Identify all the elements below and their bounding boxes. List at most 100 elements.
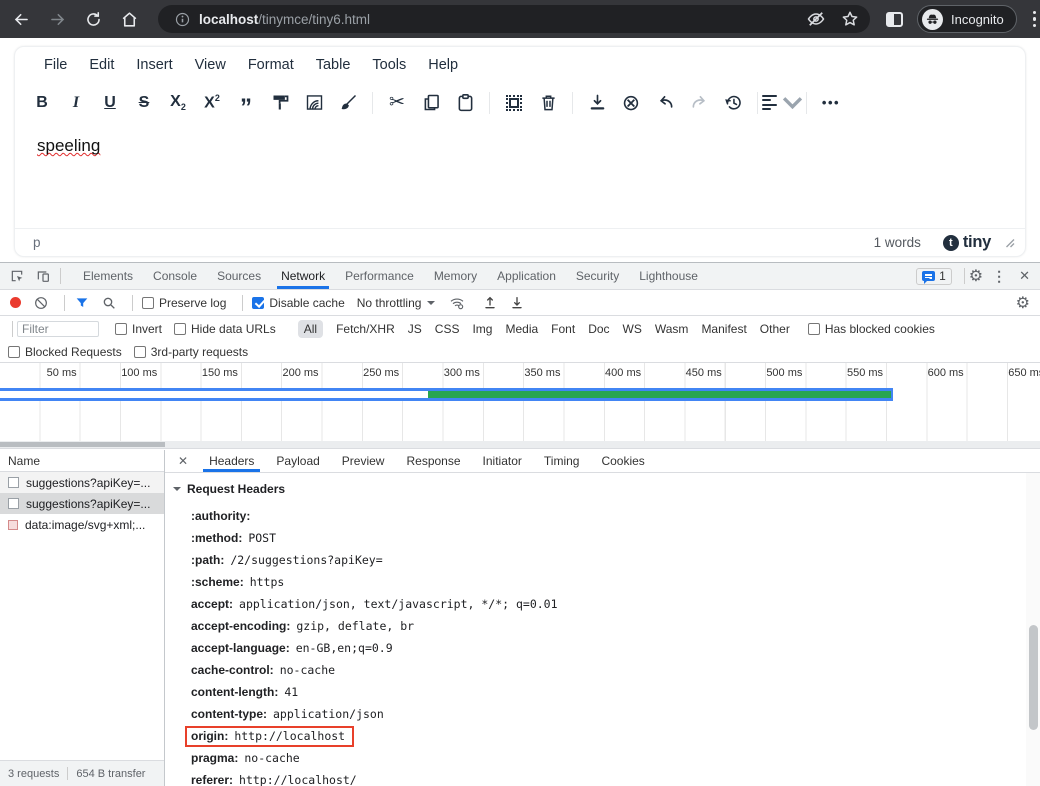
menu-table[interactable]: Table	[307, 53, 360, 77]
more-button[interactable]: •••	[814, 88, 848, 118]
menu-help[interactable]: Help	[419, 53, 467, 77]
detail-tab-timing[interactable]: Timing	[533, 450, 591, 472]
record-icon[interactable]	[10, 297, 21, 308]
devtools-settings-icon[interactable]: ⚙	[969, 266, 983, 286]
word-count[interactable]: 1 words	[874, 235, 921, 250]
issues-counter[interactable]: 1	[916, 268, 952, 285]
eye-off-icon[interactable]	[806, 9, 826, 29]
image-button[interactable]	[297, 88, 331, 118]
forward-icon[interactable]	[42, 4, 72, 34]
devtools-menu-icon[interactable]: ⋮	[983, 268, 1015, 285]
hide-data-urls-checkbox[interactable]: Hide data URLs	[174, 322, 276, 336]
menu-edit[interactable]: Edit	[80, 53, 123, 77]
delete-button[interactable]	[531, 88, 565, 118]
network-settings-icon[interactable]: ⚙	[1016, 293, 1030, 313]
devtools-tab-memory[interactable]: Memory	[424, 263, 487, 289]
copy-button[interactable]	[414, 88, 448, 118]
request-row[interactable]: data:image/svg+xml;...	[0, 514, 164, 535]
select-all-button[interactable]	[497, 88, 531, 118]
devtools-tab-network[interactable]: Network	[271, 263, 335, 289]
cancel-button[interactable]: ⊗	[614, 88, 648, 118]
filter-type-fetch-xhr[interactable]: Fetch/XHR	[336, 322, 395, 336]
detail-tab-response[interactable]: Response	[395, 450, 471, 472]
brush-button[interactable]	[331, 88, 365, 118]
format-painter-button[interactable]	[263, 88, 297, 118]
filter-input[interactable]	[17, 321, 99, 337]
filter-type-doc[interactable]: Doc	[588, 322, 609, 336]
detail-scrollbar-thumb[interactable]	[1029, 625, 1038, 730]
devtools-tab-application[interactable]: Application	[487, 263, 566, 289]
request-row[interactable]: suggestions?apiKey=...	[0, 493, 164, 514]
italic-button[interactable]: I	[59, 88, 93, 118]
disable-cache-checkbox[interactable]: Disable cache	[252, 296, 344, 310]
superscript-button[interactable]: X2	[195, 88, 229, 118]
devtools-tab-console[interactable]: Console	[143, 263, 207, 289]
reload-icon[interactable]	[78, 4, 108, 34]
preserve-log-checkbox[interactable]: Preserve log	[142, 296, 226, 310]
inspect-element-icon[interactable]	[4, 265, 30, 287]
page-info-icon[interactable]	[174, 11, 191, 28]
search-icon[interactable]	[101, 295, 117, 311]
devtools-tab-lighthouse[interactable]: Lighthouse	[629, 263, 708, 289]
devtools-tab-performance[interactable]: Performance	[335, 263, 424, 289]
devtools-tab-security[interactable]: Security	[566, 263, 629, 289]
throttling-select[interactable]: No throttling	[357, 296, 436, 310]
close-detail-icon[interactable]: ✕	[165, 454, 198, 468]
filter-icon[interactable]	[74, 295, 90, 311]
back-icon[interactable]	[6, 4, 36, 34]
paste-button[interactable]	[448, 88, 482, 118]
detail-scrollbar[interactable]	[1026, 473, 1040, 786]
detail-tab-cookies[interactable]: Cookies	[590, 450, 655, 472]
filter-type-media[interactable]: Media	[505, 322, 538, 336]
blockquote-button[interactable]: ”	[229, 88, 263, 118]
editor-content-area[interactable]: speeling	[15, 122, 1025, 220]
menu-view[interactable]: View	[186, 53, 235, 77]
import-har-icon[interactable]	[482, 295, 498, 311]
filter-type-font[interactable]: Font	[551, 322, 575, 336]
request-headers-section[interactable]: Request Headers	[165, 473, 1026, 496]
resize-handle-icon[interactable]	[1005, 238, 1015, 248]
save-button[interactable]	[580, 88, 614, 118]
address-bar[interactable]: localhost/tinymce/tiny6.html	[158, 5, 870, 33]
filter-type-js[interactable]: JS	[408, 322, 422, 336]
bookmark-star-icon[interactable]	[840, 9, 860, 29]
request-row[interactable]: suggestions?apiKey=...	[0, 472, 164, 493]
redo-button[interactable]	[682, 88, 716, 118]
menu-insert[interactable]: Insert	[127, 53, 181, 77]
has-blocked-cookies-checkbox[interactable]: Has blocked cookies	[808, 322, 935, 336]
menu-file[interactable]: File	[35, 53, 76, 77]
cut-button[interactable]: ✂	[380, 88, 414, 118]
side-panel-icon[interactable]	[886, 12, 903, 27]
strikethrough-button[interactable]: S	[127, 88, 161, 118]
overview-scrollbar[interactable]	[0, 441, 1040, 448]
menu-tools[interactable]: Tools	[363, 53, 415, 77]
detail-tab-initiator[interactable]: Initiator	[472, 450, 533, 472]
invert-checkbox[interactable]: Invert	[115, 322, 162, 336]
filter-type-ws[interactable]: WS	[623, 322, 642, 336]
home-icon[interactable]	[114, 4, 144, 34]
history-button[interactable]	[716, 88, 750, 118]
filter-type-all[interactable]: All	[298, 320, 323, 338]
filter-type-manifest[interactable]: Manifest	[701, 322, 746, 336]
device-toolbar-icon[interactable]	[30, 265, 56, 287]
third-party-requests-checkbox[interactable]: 3rd-party requests	[134, 345, 248, 359]
devtools-close-icon[interactable]: ✕	[1015, 268, 1040, 284]
bold-button[interactable]: B	[25, 88, 59, 118]
align-button[interactable]	[765, 88, 799, 118]
filter-type-css[interactable]: CSS	[435, 322, 460, 336]
export-har-icon[interactable]	[509, 295, 525, 311]
subscript-button[interactable]: X2	[161, 88, 195, 118]
detail-tab-headers[interactable]: Headers	[198, 450, 265, 472]
clear-icon[interactable]	[33, 295, 49, 311]
undo-button[interactable]	[648, 88, 682, 118]
filter-type-wasm[interactable]: Wasm	[655, 322, 689, 336]
menu-format[interactable]: Format	[239, 53, 303, 77]
network-overview-timeline[interactable]: 50 ms100 ms150 ms200 ms250 ms300 ms350 m…	[0, 363, 1040, 449]
filter-type-img[interactable]: Img	[472, 322, 492, 336]
detail-tab-payload[interactable]: Payload	[265, 450, 330, 472]
detail-tab-preview[interactable]: Preview	[331, 450, 396, 472]
name-column-header[interactable]: Name	[0, 450, 164, 472]
browser-menu-icon[interactable]	[1033, 11, 1037, 28]
misspelled-word[interactable]: speeling	[37, 136, 100, 155]
filter-type-other[interactable]: Other	[760, 322, 790, 336]
